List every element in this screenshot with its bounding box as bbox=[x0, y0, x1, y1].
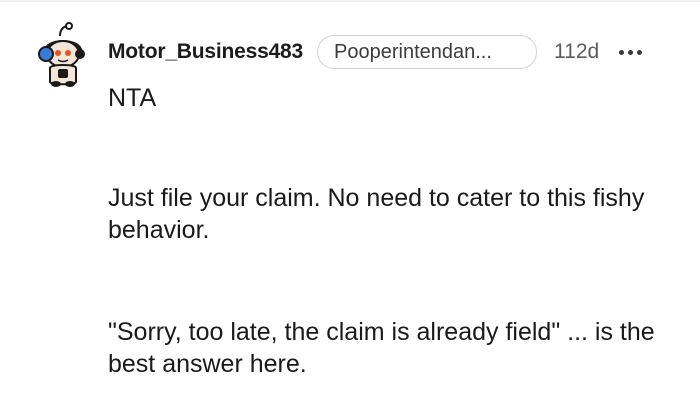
comment-paragraph: Just file your claim. No need to cater t… bbox=[108, 184, 645, 244]
dot-icon bbox=[637, 49, 643, 55]
username-link[interactable]: Motor_Business483 bbox=[108, 40, 303, 64]
user-avatar[interactable] bbox=[36, 22, 90, 88]
dot-icon bbox=[619, 49, 625, 55]
top-divider bbox=[0, 0, 700, 2]
user-flair-badge: Pooperintendan... bbox=[317, 35, 538, 69]
comment-header: Motor_Business483 Pooperintendan... 112d bbox=[108, 32, 644, 72]
comment-paragraph: NTA bbox=[108, 84, 157, 112]
more-options-icon[interactable] bbox=[617, 42, 644, 62]
comment-paragraph: "Sorry, too late, the claim is already f… bbox=[108, 318, 655, 378]
comment-age[interactable]: 112d bbox=[554, 40, 599, 64]
snoo-avatar-icon bbox=[38, 22, 85, 87]
dot-icon bbox=[628, 49, 634, 55]
